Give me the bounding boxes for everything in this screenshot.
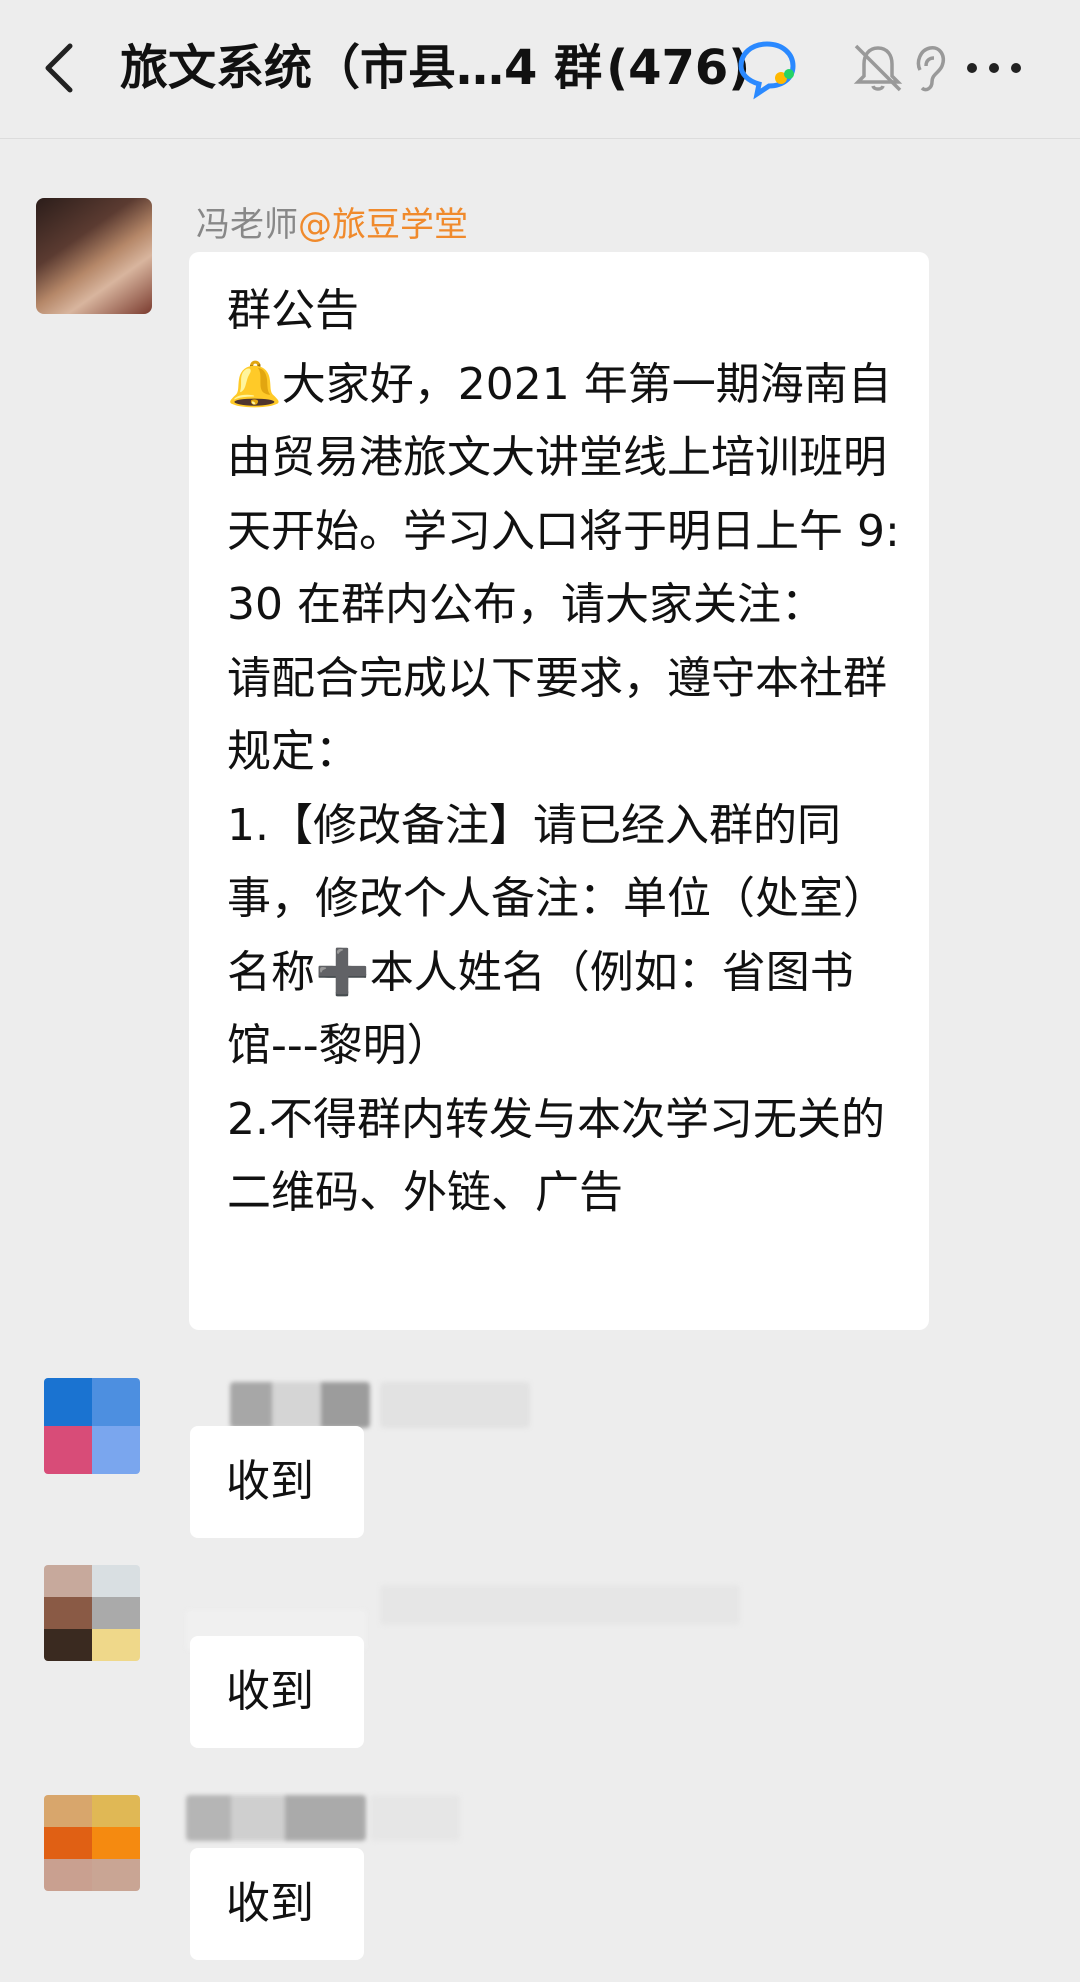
sender-display-name: 冯老师 [196, 205, 298, 245]
chat-header: 旅文系统（市县…4 群(476) [0, 0, 1080, 139]
back-arrow-icon[interactable] [40, 40, 80, 96]
reply-text: 收到 [226, 1878, 314, 1929]
member-count: (476) [606, 40, 751, 96]
mute-bell-icon[interactable] [846, 36, 910, 100]
sender-org-tag[interactable]: @旅豆学堂 [298, 205, 468, 245]
reply-text: 收到 [226, 1666, 314, 1717]
chat-title[interactable]: 旅文系统（市县…4 群(476) [120, 32, 750, 104]
member-avatar[interactable] [44, 1795, 140, 1891]
reply-message[interactable]: 收到 [190, 1636, 364, 1748]
reply-message[interactable]: 收到 [190, 1848, 364, 1960]
sender-avatar[interactable] [36, 198, 152, 314]
blurred-member-name [380, 1382, 530, 1428]
announcement-message[interactable]: 群公告 🔔大家好，2021 年第一期海南自由贸易港旅文大讲堂线上培训班明天开始。… [189, 252, 929, 1330]
sender-name: 冯老师@旅豆学堂 [196, 198, 468, 252]
blurred-member-name [230, 1382, 370, 1428]
more-icon[interactable] [958, 36, 1044, 100]
blurred-member-name [380, 1585, 740, 1625]
blurred-member-name [186, 1795, 366, 1841]
reply-message[interactable]: 收到 [190, 1426, 364, 1538]
member-avatar[interactable] [44, 1565, 140, 1661]
reply-text: 收到 [226, 1456, 314, 1507]
blurred-member-name [370, 1795, 460, 1841]
group-name: 旅文系统（市县…4 群 [120, 40, 603, 96]
announcement-text: 群公告 🔔大家好，2021 年第一期海南自由贸易港旅文大讲堂线上培训班明天开始。… [227, 285, 900, 1218]
member-avatar[interactable] [44, 1378, 140, 1474]
chat-bubble-icon[interactable] [735, 36, 799, 100]
